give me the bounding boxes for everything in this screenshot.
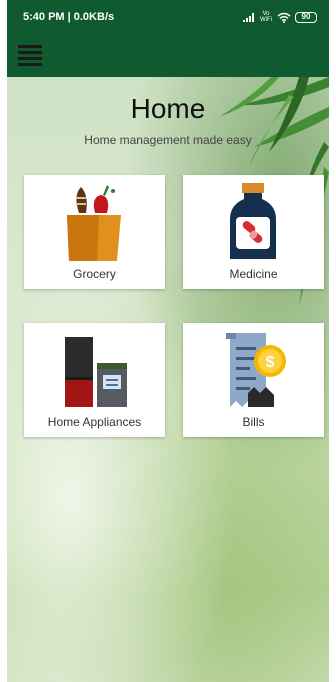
appliances-icon: [65, 337, 127, 407]
status-bar: 5:40 PM | 0.0KB/s Vo WiFi 90: [7, 0, 329, 34]
app-bar: [7, 34, 329, 77]
bill-receipt-icon: $: [226, 333, 286, 407]
dollar-sign-icon: $: [266, 354, 275, 371]
medicine-card[interactable]: Medicine: [183, 175, 324, 289]
grocery-card[interactable]: Grocery: [24, 175, 165, 289]
battery-level: 90: [301, 12, 311, 21]
medicine-bottle-icon: [230, 183, 276, 259]
home-appliances-card[interactable]: Home Appliances: [24, 323, 165, 437]
grocery-label: Grocery: [73, 267, 116, 281]
bills-card[interactable]: $ Bills: [183, 323, 324, 437]
medicine-label: Medicine: [229, 267, 278, 281]
bills-label: Bills: [242, 415, 265, 429]
signal-icon: [243, 12, 255, 22]
wifi-icon: [277, 12, 291, 23]
home-appliances-label: Home Appliances: [47, 415, 142, 429]
page-title: Home: [130, 93, 206, 124]
status-icons: Vo WiFi 90: [243, 11, 317, 23]
vowifi-bottom-text: WiFi: [260, 17, 272, 23]
home-content: Home Home management made easy Grocery M…: [7, 77, 329, 682]
vowifi-icon: Vo WiFi: [259, 11, 273, 23]
grocery-bag-icon: [67, 185, 121, 261]
page-subtitle: Home management made easy: [84, 133, 252, 147]
hamburger-menu-icon[interactable]: [18, 42, 44, 68]
status-time-network: 5:40 PM | 0.0KB/s: [23, 11, 115, 23]
battery-icon: 90: [295, 11, 317, 23]
